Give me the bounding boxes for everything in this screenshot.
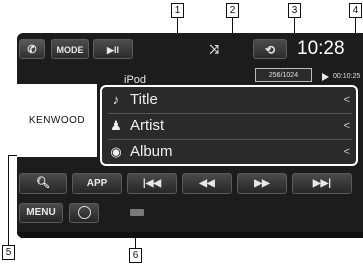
repeat-icon: ⟲ [264, 43, 276, 57]
skip-forward-button[interactable]: ▶▶| [292, 173, 352, 194]
app-button[interactable]: APP [72, 173, 122, 194]
fast-forward-button[interactable]: ▶▶ [237, 173, 287, 194]
search-icon: 🔍︎ [36, 177, 50, 189]
artwork-logo: KENWOOD [28, 115, 86, 126]
clock: 10:28 [297, 38, 345, 59]
shuffle-icon: ⤨ [209, 42, 219, 56]
callout-3: 3 [288, 3, 301, 18]
person-icon: ♟ [110, 118, 122, 133]
artist-row[interactable]: ♟ Artist < [108, 114, 352, 138]
callout-2: 2 [226, 3, 239, 18]
fast-forward-icon: ▶▶ [254, 178, 270, 189]
callout-5: 5 [2, 245, 15, 260]
music-note-icon: ♪ [112, 92, 120, 107]
phone-icon: ✆ [27, 44, 37, 56]
menu-button[interactable]: MENU [19, 203, 63, 223]
track-info-panel: ♪ Title < ♟ Artist < ◉ Album < [100, 85, 358, 166]
chevron-left-icon: < [343, 146, 350, 158]
artist-label: Artist [130, 117, 165, 134]
disc-icon: ◉ [110, 144, 122, 159]
voice-icon [77, 205, 91, 219]
callout-4: 4 [349, 3, 362, 18]
album-label: Album [130, 143, 173, 160]
repeat-button[interactable]: ⟲ [253, 39, 287, 59]
callout-6: 6 [129, 248, 142, 263]
callout-5-leader [8, 155, 9, 245]
skip-forward-icon: ▶▶| [312, 178, 332, 189]
elapsed-time: 00:10:25 [333, 73, 361, 80]
shuffle-button[interactable]: ⤨ [199, 39, 229, 59]
skip-back-button[interactable]: |◀◀ [127, 173, 177, 194]
rewind-button[interactable]: ◀◀ [182, 173, 232, 194]
title-label: Title [130, 91, 158, 108]
artwork[interactable]: KENWOOD [17, 84, 97, 157]
title-row[interactable]: ♪ Title < [108, 88, 352, 112]
chevron-left-icon: < [343, 94, 350, 106]
mode-button[interactable]: MODE [51, 39, 89, 59]
search-button[interactable]: 🔍︎ [19, 173, 67, 194]
chevron-left-icon: < [343, 120, 350, 132]
play-pause-button[interactable]: ▶II [93, 39, 133, 59]
voice-button[interactable] [69, 203, 99, 223]
status-indicator [130, 209, 144, 216]
callout-1: 1 [171, 3, 184, 18]
play-status-icon [322, 73, 329, 81]
device-screen: ✆ MODE ▶II ⤨ ⟲ 10:28 iPod 256/1024 00:10… [17, 33, 363, 238]
rewind-icon: ◀◀ [199, 178, 215, 189]
bottom-bar [17, 232, 363, 238]
skip-back-icon: |◀◀ [142, 178, 162, 189]
album-row[interactable]: ◉ Album < [108, 140, 352, 164]
phone-button[interactable]: ✆ [19, 39, 45, 59]
track-counter: 256/1024 [255, 68, 312, 82]
